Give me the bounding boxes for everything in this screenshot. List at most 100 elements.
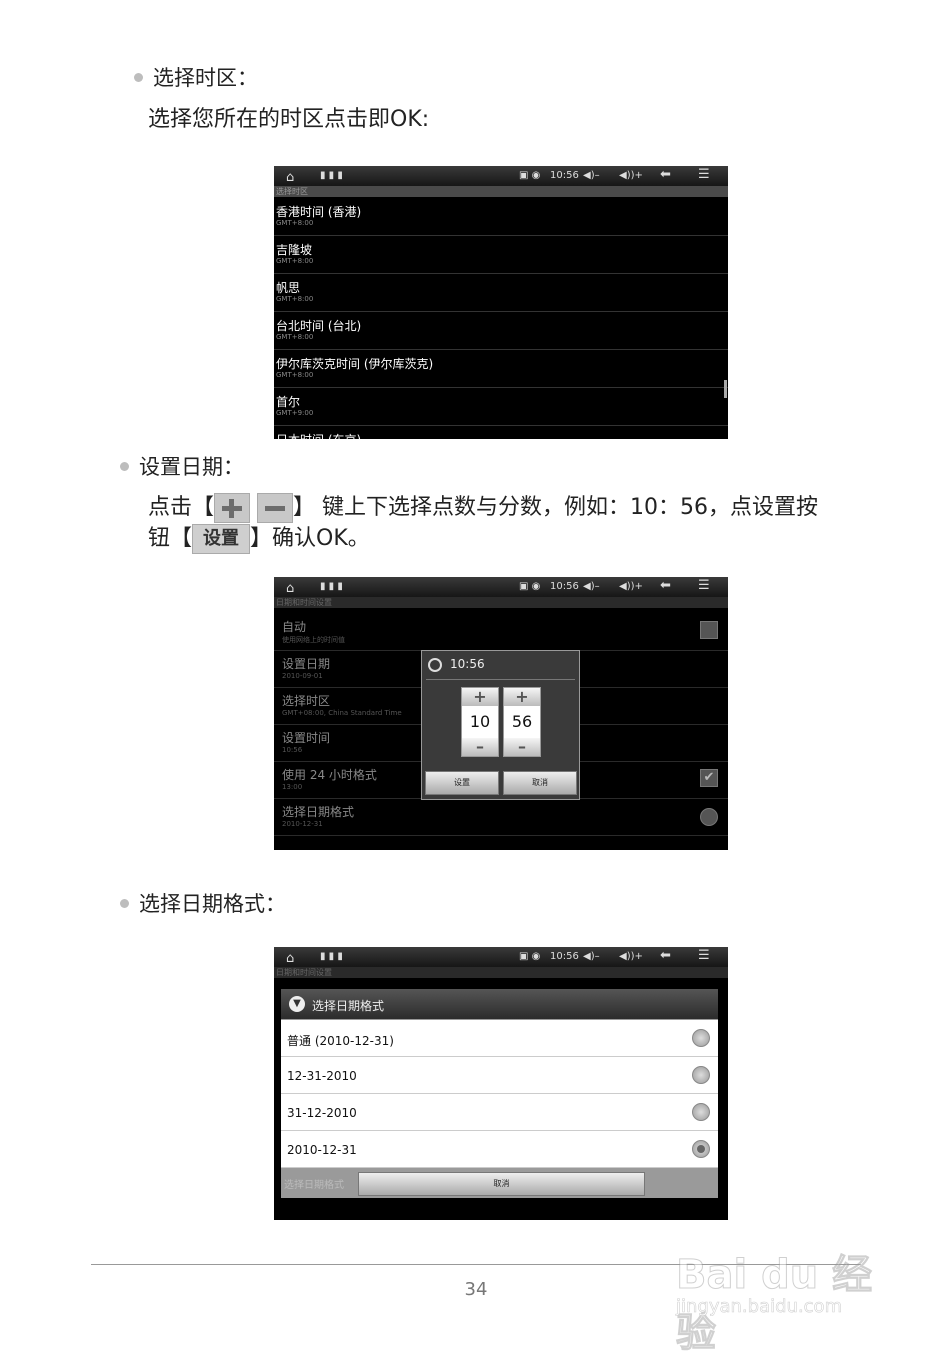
item-sub: GMT+8:00 — [276, 219, 314, 227]
format-option[interactable]: 31-12-2010 — [281, 1094, 718, 1131]
heading-text: 选择日期格式： — [139, 892, 286, 916]
row-sub: GMT+08:00, China Standard Time — [282, 709, 402, 717]
section-heading-date: 设置日期： — [120, 451, 244, 481]
watermark-url: jingyan.baidu.com — [676, 1296, 843, 1318]
item-name: 首尔 — [276, 395, 301, 409]
volume-down-icon[interactable]: ◀)– — [583, 170, 600, 181]
heading-text: 设置日期： — [139, 455, 244, 479]
item-sub: GMT+8:00 — [276, 295, 314, 303]
home-icon[interactable]: ⌂ — [286, 951, 294, 966]
minute-spinner[interactable]: + 56 – — [503, 687, 541, 757]
radio-selected[interactable] — [692, 1140, 710, 1158]
home-icon[interactable]: ⌂ — [286, 581, 294, 596]
format-option[interactable]: 12-31-2010 — [281, 1057, 718, 1094]
section-text-timezone: 选择您所在的时区点击即OK: — [148, 107, 430, 132]
back-arrow-icon[interactable]: ⬅ — [660, 578, 671, 593]
text-part: 】确认OK。 — [250, 526, 370, 551]
list-item[interactable]: 吉隆坡 GMT+8:00 — [274, 236, 728, 274]
clock: 10:56 — [550, 170, 579, 181]
setting-row-date-format[interactable]: 选择日期格式 2010-12-31 — [274, 798, 728, 836]
status-bar: ⌂ ▮ ▮ ▮ ▣ ◉ 10:56 ◀)– ◀))+ ⬅ ☰ — [274, 166, 728, 186]
row-name: 设置日期 — [282, 657, 331, 671]
volume-up-icon[interactable]: ◀))+ — [619, 951, 643, 962]
text-part: 点击【 — [148, 495, 215, 520]
screen-title: 选择时区 — [274, 186, 728, 197]
item-sub: GMT+9:00 — [276, 409, 314, 417]
radio[interactable] — [692, 1103, 710, 1121]
item-name: 日本时间 (东京) — [276, 431, 361, 439]
item-name: 伊尔库茨克时间 (伊尔库茨克) — [276, 357, 434, 371]
clock-icon — [428, 658, 442, 672]
notification-icons: ▮ ▮ ▮ — [320, 170, 343, 181]
list-item[interactable]: 伊尔库茨克时间 (伊尔库茨克) GMT+8:00 — [274, 350, 728, 388]
screen-title: 日期和时间设置 — [274, 967, 728, 978]
volume-down-icon[interactable]: ◀)– — [583, 581, 600, 592]
bullet-icon — [120, 462, 129, 471]
item-name: 台北时间 (台北) — [276, 319, 362, 333]
set-button[interactable]: 设置 — [425, 771, 499, 795]
row-sub: 10:56 — [282, 746, 303, 754]
option-label: 31-12-2010 — [287, 1106, 357, 1120]
list-item[interactable]: 日本时间 (东京) — [274, 426, 728, 439]
bullet-icon — [134, 73, 143, 82]
screen-title: 日期和时间设置 — [274, 597, 728, 608]
volume-up-icon[interactable]: ◀))+ — [619, 581, 643, 592]
hour-minus-button[interactable]: – — [462, 738, 498, 756]
menu-icon[interactable]: ☰ — [698, 948, 710, 963]
item-sub: GMT+8:00 — [276, 371, 314, 379]
section-heading-date-format: 选择日期格式： — [120, 888, 286, 918]
item-name: 吉隆坡 — [276, 243, 313, 257]
hour-spinner[interactable]: + 10 – — [461, 687, 499, 757]
divider — [426, 679, 575, 680]
notification-icons: ▮ ▮ ▮ — [320, 581, 343, 592]
screenshot-set-time: ⌂ ▮ ▮ ▮ ▣ ◉ 10:56 ◀)– ◀))+ ⬅ ☰ 日期和时间设置 自… — [274, 577, 728, 850]
option-label: 普通 (2010-12-31) — [287, 1034, 394, 1048]
format-option[interactable]: 2010-12-31 — [281, 1131, 718, 1168]
row-sub: 2010-12-31 — [282, 820, 323, 828]
format-option[interactable]: 普通 (2010-12-31) — [281, 1020, 718, 1057]
heading-text: 选择时区： — [153, 66, 258, 90]
dialog-title: 10:56 — [450, 657, 485, 671]
setting-row-auto[interactable]: 自动使用网络上的时间值 — [274, 613, 728, 651]
row-sub: 13:00 — [282, 783, 303, 791]
row-sub: 使用网络上的时间值 — [282, 636, 345, 644]
hour-plus-button[interactable]: + — [462, 688, 498, 706]
volume-down-icon[interactable]: ◀)– — [583, 951, 600, 962]
item-sub: GMT+8:00 — [276, 257, 314, 265]
plus-icon — [214, 493, 251, 523]
hour-value[interactable]: 10 — [462, 706, 498, 738]
minute-plus-button[interactable]: + — [504, 688, 540, 706]
cancel-button[interactable]: 取消 — [503, 771, 577, 795]
checkbox[interactable]: ✔ — [700, 769, 718, 787]
status-bar: ⌂ ▮ ▮ ▮ ▣ ◉ 10:56 ◀)– ◀))+ ⬅ ☰ — [274, 947, 728, 967]
battery-icon: ▣ ◉ — [519, 170, 541, 181]
radio[interactable] — [700, 808, 718, 826]
list-item[interactable]: 香港时间 (香港) GMT+8:00 — [274, 198, 728, 236]
scrollbar[interactable] — [724, 380, 727, 398]
back-arrow-icon[interactable]: ⬅ — [660, 167, 671, 182]
radio[interactable] — [692, 1029, 710, 1047]
minute-minus-button[interactable]: – — [504, 738, 540, 756]
list-item[interactable]: 帆思 GMT+8:00 — [274, 274, 728, 312]
cancel-button[interactable]: 取消 — [358, 1172, 645, 1196]
dropdown-icon: ▼ — [289, 996, 305, 1012]
row-name: 设置时间 — [282, 731, 331, 745]
back-arrow-icon[interactable]: ⬅ — [660, 948, 671, 963]
row-name: 选择日期格式 — [282, 805, 355, 819]
radio[interactable] — [692, 1066, 710, 1084]
list-item[interactable]: 首尔 GMT+9:00 — [274, 388, 728, 426]
volume-up-icon[interactable]: ◀))+ — [619, 170, 643, 181]
notification-icons: ▮ ▮ ▮ — [320, 951, 343, 962]
row-name: 自动 — [282, 620, 307, 634]
menu-icon[interactable]: ☰ — [698, 167, 710, 182]
checkbox[interactable] — [700, 621, 718, 639]
screenshot-timezone: ⌂ ▮ ▮ ▮ ▣ ◉ 10:56 ◀)– ◀))+ ⬅ ☰ 选择时区 香港时间… — [274, 166, 728, 439]
list-item[interactable]: 台北时间 (台北) GMT+8:00 — [274, 312, 728, 350]
minute-value[interactable]: 56 — [504, 706, 540, 738]
text-part: 钮【 — [148, 526, 193, 551]
item-name: 香港时间 (香港) — [276, 205, 362, 219]
option-label: 2010-12-31 — [287, 1143, 357, 1157]
menu-icon[interactable]: ☰ — [698, 578, 710, 593]
section-heading-timezone: 选择时区： — [134, 62, 258, 92]
home-icon[interactable]: ⌂ — [286, 170, 294, 185]
